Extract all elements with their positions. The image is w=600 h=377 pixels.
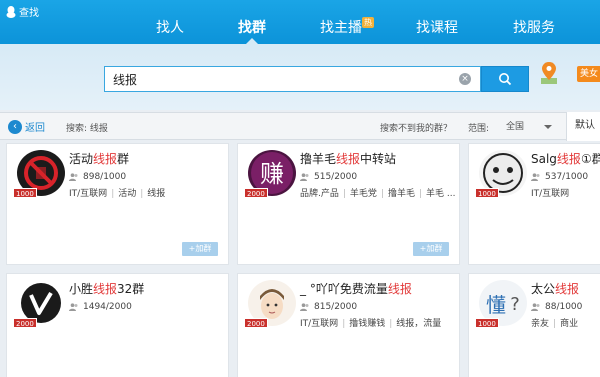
member-count: 88/1000 xyxy=(531,302,582,312)
qq-penguin-icon xyxy=(6,5,16,18)
member-count: 537/1000 xyxy=(531,172,588,182)
group-card[interactable]: 1000 Salg线报①群 537/1000 IT/互联网 xyxy=(468,143,600,265)
member-count: 1494/2000 xyxy=(69,302,132,312)
group-title[interactable]: Salg线报①群 xyxy=(531,150,600,167)
search-button[interactable] xyxy=(481,66,529,92)
group-title[interactable]: 小胜线报32群 xyxy=(69,280,144,297)
brand: 查找 xyxy=(6,4,39,19)
group-title[interactable]: _ °吖吖免费流量线报 xyxy=(300,280,412,297)
nav-find-streamers[interactable]: 找主播 热 xyxy=(320,17,374,38)
not-found-link[interactable]: 搜索不到我的群？ xyxy=(380,121,452,134)
range-select[interactable]: 全国 xyxy=(506,119,558,135)
group-title[interactable]: 撸羊毛线报中转站 xyxy=(300,150,396,167)
capacity-badge: 2000 xyxy=(244,188,268,198)
nav-find-groups[interactable]: 找群 xyxy=(238,18,266,44)
back-label: 返回 xyxy=(25,123,45,134)
range-label: 范围: xyxy=(468,124,490,134)
svg-text:懂: 懂 xyxy=(486,293,506,317)
nav-find-services[interactable]: 找服务 xyxy=(513,18,555,38)
top-nav-bar: 查找 找人 找群 找主播 热 找课程 找服务 xyxy=(0,0,600,44)
nav-find-people[interactable]: 找人 xyxy=(156,18,184,38)
capacity-badge: 2000 xyxy=(244,318,268,328)
back-button[interactable]: ‹ 返回 xyxy=(8,119,45,134)
group-card[interactable]: 2000 小胜线报32群 1494/2000 xyxy=(6,273,229,377)
group-card[interactable]: 懂 ? 1000 太公线报 88/1000 亲友 | 商业 xyxy=(468,273,600,377)
hot-badge: 热 xyxy=(362,17,374,28)
group-tags: IT/互联网 | 撸钱赚钱 | 线报，流量 xyxy=(300,319,442,329)
svg-text:赚: 赚 xyxy=(260,160,284,188)
member-count: 898/1000 xyxy=(69,172,126,182)
nav-find-streamers-label: 找主播 xyxy=(320,20,362,36)
members-icon xyxy=(69,303,78,311)
group-title[interactable]: 太公线报 xyxy=(531,280,579,297)
svg-text:?: ? xyxy=(510,294,520,315)
group-card[interactable]: 赚 2000 撸羊毛线报中转站 515/2000 品牌.产品 | 羊毛党 | 撸羊毛 | 羊… xyxy=(237,143,460,265)
group-card[interactable]: 2000 _ °吖吖免费流量线报 815/2000 IT/互联网 | 撸钱赚钱 | 线报… xyxy=(237,273,460,377)
capacity-badge: 1000 xyxy=(475,188,499,198)
members-icon xyxy=(300,303,309,311)
capacity-badge: 1000 xyxy=(13,188,37,198)
search-icon xyxy=(499,73,512,86)
range-value: 全国 xyxy=(506,122,525,132)
group-title[interactable]: 活动线报群 xyxy=(69,150,129,167)
capacity-badge: 2000 xyxy=(13,318,37,328)
join-group-button[interactable]: +加群 xyxy=(413,242,449,256)
chevron-down-icon xyxy=(544,125,552,129)
group-card[interactable]: 1000 活动线报群 898/1000 IT/互联网 | 活动 | 线报 +加群 xyxy=(6,143,229,265)
group-tags: 亲友 | 商业 xyxy=(531,319,579,329)
sort-default-tab[interactable]: 默认 xyxy=(566,112,600,141)
brand-name: 查找 xyxy=(19,8,39,19)
group-tags: IT/互联网 xyxy=(531,189,570,199)
join-group-button[interactable]: +加群 xyxy=(182,242,218,256)
group-tags: 品牌.产品 | 羊毛党 | 撸羊毛 | 羊毛 ... xyxy=(300,189,456,199)
search-input[interactable] xyxy=(113,67,453,91)
filter-bar: ‹ 返回 搜索: 线报 搜索不到我的群？ 范围: 全国 默认 xyxy=(0,112,600,141)
main-nav: 找人 找群 找主播 热 找课程 找服务 xyxy=(0,17,600,44)
members-icon xyxy=(531,303,540,311)
search-keyword: 搜索: 线报 xyxy=(66,124,108,134)
member-count: 515/2000 xyxy=(300,172,357,182)
search-box: × xyxy=(104,66,481,92)
nav-find-courses[interactable]: 找课程 xyxy=(416,18,458,38)
members-icon xyxy=(69,173,78,181)
back-arrow-icon: ‹ xyxy=(8,119,22,134)
member-count: 815/2000 xyxy=(300,302,357,312)
group-tags: IT/互联网 | 活动 | 线报 xyxy=(69,189,166,199)
clear-icon[interactable]: × xyxy=(459,73,471,85)
capacity-badge: 1000 xyxy=(475,318,499,328)
search-band: × 美女 xyxy=(0,44,600,110)
members-icon xyxy=(531,173,540,181)
location-pin-icon[interactable] xyxy=(540,60,558,86)
members-icon xyxy=(300,173,309,181)
nearby-tag[interactable]: 美女 xyxy=(577,66,600,82)
